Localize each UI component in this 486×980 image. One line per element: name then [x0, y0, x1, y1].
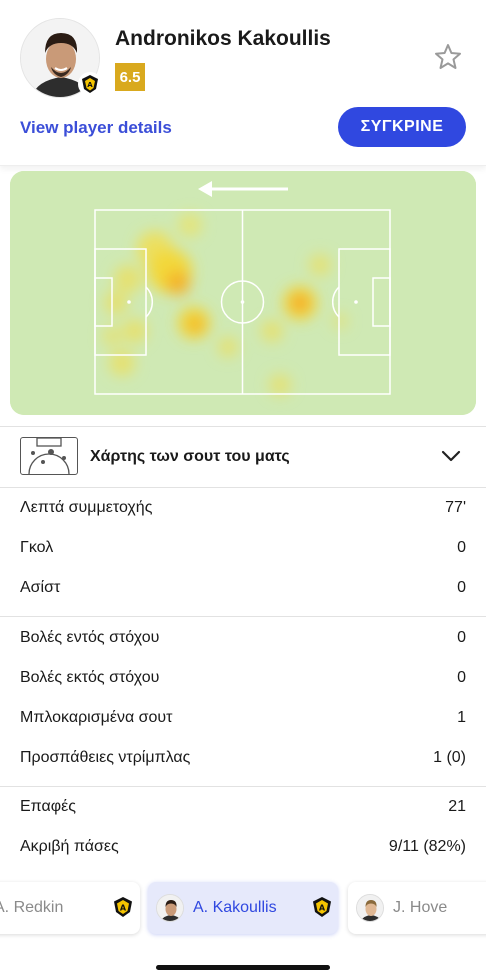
chevron-down-icon[interactable] [440, 447, 462, 465]
favorite-star-icon[interactable] [433, 42, 463, 72]
stat-value: 1 [457, 709, 466, 726]
avatar [356, 894, 384, 922]
shotmap-title: Χάρτης των σουτ του ματς [90, 448, 290, 465]
stat-row-blocked-shots: Μπλοκαρισμένα σουτ 1 [0, 698, 486, 738]
divider [0, 616, 486, 617]
stat-label: Προσπάθειες ντρίμπλας [20, 749, 191, 766]
player-header: A Andronikos Kakoullis 6.5 View player d… [0, 0, 486, 166]
stat-value: 0 [457, 539, 466, 556]
heatmap-pitch [10, 171, 476, 415]
player-tab-label: J. Hove [393, 899, 448, 916]
shotmap-toggle-row[interactable]: Χάρτης των σουτ του ματς [0, 427, 486, 487]
player-tab-redkin[interactable]: A. Redkin A [0, 882, 140, 934]
svg-text:A: A [319, 904, 326, 913]
stat-label: Ακριβή πάσες [20, 838, 119, 855]
player-name: Andronikos Kakoullis [115, 27, 331, 50]
shotmap-pitch-icon [20, 437, 78, 475]
stat-value: 77' [445, 499, 466, 516]
stat-row-shots-on-target: Βολές εντός στόχου 0 [0, 618, 486, 658]
player-rating-badge: 6.5 [115, 63, 145, 91]
stat-row-goals: Γκολ 0 [0, 528, 486, 568]
avatar [156, 894, 184, 922]
stat-value: 9/11 (82%) [388, 838, 466, 855]
stat-label: Βολές εντός στόχου [20, 629, 160, 646]
player-tab-hove[interactable]: J. Hove [348, 882, 486, 934]
stat-value: 0 [457, 669, 466, 686]
player-tab-label: A. Redkin [0, 899, 64, 916]
stat-value: 0 [457, 629, 466, 646]
view-player-details-link[interactable]: View player details [20, 118, 172, 138]
stat-row-touches: Επαφές 21 [0, 787, 486, 827]
stat-row-accurate-passes: Ακριβή πάσες 9/11 (82%) [0, 827, 486, 867]
stat-label: Επαφές [20, 798, 76, 815]
stat-row-minutes: Λεπτά συμμετοχής 77' [0, 488, 486, 528]
home-indicator[interactable] [156, 965, 330, 970]
stat-label: Μπλοκαρισμένα σουτ [20, 709, 173, 726]
club-badge-icon: A [78, 72, 102, 96]
stat-row-assists: Ασίστ 0 [0, 568, 486, 608]
player-tab-label: A. Kakoullis [193, 899, 277, 916]
stat-value: 1 (0) [433, 749, 466, 766]
club-badge-icon: A [114, 897, 132, 917]
stat-label: Λεπτά συμμετοχής [20, 499, 153, 516]
club-badge-icon: A [313, 897, 331, 917]
stat-label: Ασίστ [20, 579, 61, 596]
compare-button[interactable]: ΣΥΓΚΡΙΝΕ [338, 107, 466, 147]
svg-text:A: A [120, 904, 127, 913]
stat-label: Γκολ [20, 539, 54, 556]
stat-row-dribble-attempts: Προσπάθειες ντρίμπλας 1 (0) [0, 738, 486, 778]
svg-text:A: A [87, 81, 93, 89]
stat-value: 0 [457, 579, 466, 596]
player-tab-kakoullis[interactable]: A. Kakoullis A [148, 882, 338, 934]
player-tabs-bar: A. Redkin A A. Kakoullis A J. Hove [0, 872, 486, 980]
stat-value: 21 [448, 798, 466, 815]
stat-label: Βολές εκτός στόχου [20, 669, 160, 686]
stat-row-shots-off-target: Βολές εκτός στόχου 0 [0, 658, 486, 698]
